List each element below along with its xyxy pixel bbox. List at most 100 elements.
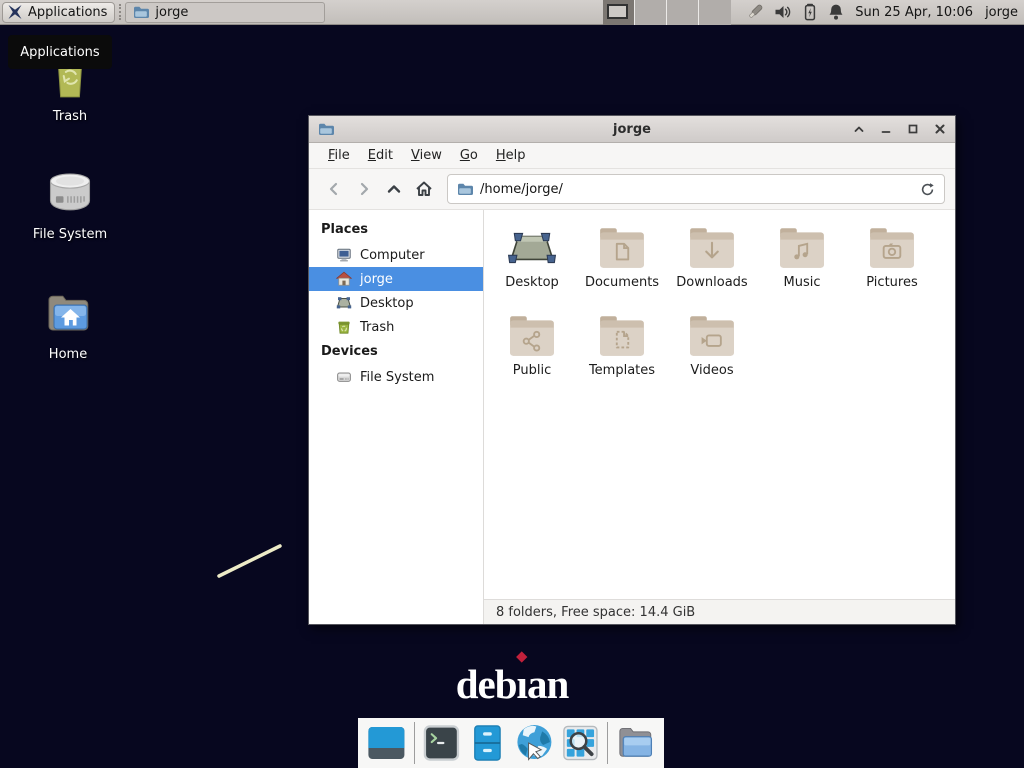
chevron-left-icon (326, 181, 342, 197)
dock-separator (414, 722, 415, 764)
sidebar-item-label: Desktop (360, 296, 414, 311)
sidebar-item-computer[interactable]: Computer (309, 243, 483, 267)
chevron-up-icon (386, 181, 402, 197)
workspace-window-preview (607, 4, 628, 19)
workspace-4[interactable] (699, 0, 731, 25)
workspace-pager (603, 0, 731, 25)
file-cabinet-icon[interactable] (468, 723, 507, 763)
menubar: File Edit View Go Help (309, 143, 955, 169)
desktop-icon (507, 226, 557, 270)
menu-edit[interactable]: Edit (359, 145, 402, 166)
documents-folder-icon (597, 226, 647, 270)
titlebar[interactable]: jorge (309, 116, 955, 143)
maximize-button[interactable] (907, 123, 919, 135)
home-icon (336, 271, 352, 287)
application-finder-icon[interactable] (561, 723, 600, 763)
folder-item-pictures[interactable]: Pictures (847, 217, 937, 305)
folder-label: Desktop (505, 275, 559, 290)
panel-username: jorge (985, 5, 1018, 20)
desktop-icon-label: File System (33, 227, 107, 242)
folder-label: Videos (690, 363, 733, 378)
sidebar-item-desktop[interactable]: Desktop (309, 291, 483, 315)
window-content: Places Computer (309, 210, 955, 624)
folder-icon (133, 4, 149, 20)
clock[interactable]: Sun 25 Apr, 10:06 (855, 5, 973, 20)
path-input[interactable]: /home/jorge/ (480, 182, 913, 197)
home-icon (415, 180, 433, 198)
workspace-1[interactable] (603, 0, 635, 25)
menu-view[interactable]: View (402, 145, 451, 166)
folder-grid: Desktop Documents (484, 210, 955, 599)
path-folder-icon (457, 181, 473, 197)
panel-handle (119, 4, 121, 20)
pen-tray-icon[interactable] (745, 2, 765, 22)
web-browser-icon[interactable] (514, 722, 555, 764)
templates-folder-icon (597, 314, 647, 358)
desktop-icon-label: Trash (53, 109, 87, 124)
system-tray (745, 2, 845, 22)
menu-file[interactable]: File (319, 145, 359, 166)
folder-label: Pictures (866, 275, 917, 290)
workspace-3[interactable] (667, 0, 699, 25)
up-button[interactable] (379, 174, 409, 204)
folder-label: Downloads (676, 275, 747, 290)
sidebar-item-label: Trash (360, 320, 394, 335)
sidebar-item-label: jorge (360, 272, 393, 287)
trash-icon (336, 319, 352, 335)
sidebar-item-filesystem[interactable]: File System (309, 365, 483, 389)
battery-icon[interactable] (802, 3, 818, 21)
music-folder-icon (777, 226, 827, 270)
desktop-icon-filesystem[interactable]: File System (20, 168, 120, 242)
xfce-menu-icon (7, 4, 23, 20)
statusbar: 8 folders, Free space: 14.4 GiB (484, 599, 955, 624)
home-button[interactable] (409, 174, 439, 204)
tooltip-text: Applications (20, 45, 99, 60)
sidebar-item-label: Computer (360, 248, 425, 263)
bell-icon[interactable] (827, 3, 845, 21)
desktop-icon-label: Home (49, 347, 87, 362)
debian-logo-text-pre: deb (456, 661, 517, 707)
sidebar-places-header: Places (309, 217, 483, 243)
shade-button[interactable] (853, 123, 865, 135)
taskbar-window-button[interactable]: jorge (125, 2, 325, 23)
reload-icon[interactable] (920, 182, 935, 197)
show-desktop-icon[interactable] (366, 723, 407, 763)
window-controls (853, 123, 946, 135)
folder-item-desktop[interactable]: Desktop (487, 217, 577, 305)
folder-item-music[interactable]: Music (757, 217, 847, 305)
path-bar[interactable]: /home/jorge/ (447, 174, 945, 204)
folder-label: Public (513, 363, 551, 378)
menu-help[interactable]: Help (487, 145, 535, 166)
terminal-icon[interactable] (422, 723, 461, 763)
computer-icon (336, 247, 352, 263)
folder-item-documents[interactable]: Documents (577, 217, 667, 305)
sidebar-item-jorge[interactable]: jorge (309, 267, 483, 291)
desktop-icon-home[interactable]: Home (18, 288, 118, 362)
folder-item-templates[interactable]: Templates (577, 305, 667, 393)
videos-folder-icon (687, 314, 737, 358)
public-folder-icon (507, 314, 557, 358)
toolbar: /home/jorge/ (309, 169, 955, 210)
main-pane: Desktop Documents (484, 210, 955, 624)
forward-button[interactable] (349, 174, 379, 204)
hard-drive-icon (44, 168, 96, 218)
downloads-folder-icon (687, 226, 737, 270)
folder-item-videos[interactable]: Videos (667, 305, 757, 393)
minimize-button[interactable] (880, 123, 892, 135)
folder-label: Documents (585, 275, 659, 290)
applications-menu-button[interactable]: Applications (2, 2, 115, 23)
volume-icon[interactable] (774, 3, 793, 21)
taskbar-window-label: jorge (155, 5, 188, 20)
top-panel: Applications jorge (0, 0, 1024, 25)
folder-label: Music (784, 275, 821, 290)
workspace-2[interactable] (635, 0, 667, 25)
sidebar-item-trash[interactable]: Trash (309, 315, 483, 339)
home-folder-dock-icon[interactable] (615, 723, 656, 763)
back-button[interactable] (319, 174, 349, 204)
folder-item-downloads[interactable]: Downloads (667, 217, 757, 305)
menu-go[interactable]: Go (451, 145, 487, 166)
pictures-folder-icon (867, 226, 917, 270)
home-folder-icon (42, 288, 94, 338)
folder-item-public[interactable]: Public (487, 305, 577, 393)
close-button[interactable] (934, 123, 946, 135)
